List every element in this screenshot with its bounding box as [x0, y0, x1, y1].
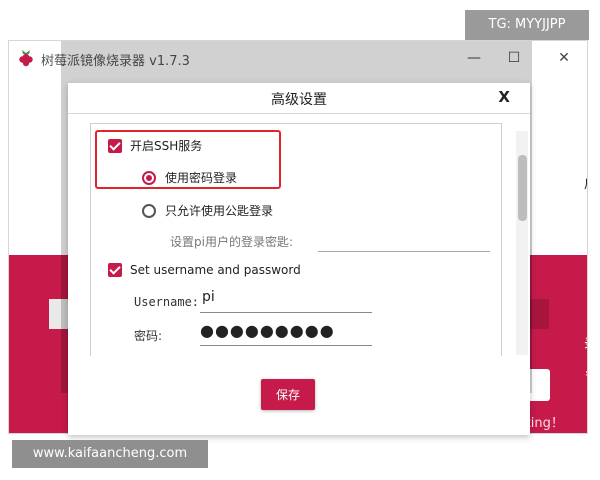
password-underline — [200, 345, 372, 346]
scrollbar[interactable] — [516, 131, 528, 355]
pubkey-login-radio[interactable] — [142, 203, 156, 218]
save-button[interactable]: 保存 — [261, 379, 315, 410]
pubkey-field-label: 设置pi用户的登录密匙: — [170, 235, 293, 249]
background-text: ， — [584, 359, 587, 378]
password-input[interactable]: ●●●●●●●●● — [200, 321, 335, 340]
password-login-label: 使用密码登录 — [165, 171, 238, 185]
username-label: Username: — [134, 295, 200, 309]
set-user-label: Set username and password — [130, 263, 301, 277]
divider — [68, 113, 530, 114]
user-checkbox-row[interactable]: Set username and password — [108, 263, 301, 277]
radio-pubkey-row[interactable]: 只允许使用公匙登录 — [142, 202, 273, 219]
background-button — [529, 299, 549, 329]
pubkey-login-label: 只允许使用公匙登录 — [165, 204, 274, 218]
username-input[interactable]: pi — [202, 289, 215, 305]
watermark-text: CSDN @Haohao-fighting！ — [392, 416, 564, 431]
close-window-button[interactable]: ✕ — [549, 45, 579, 71]
scrollbar-thumb[interactable] — [518, 155, 527, 221]
watermark-badge: TG: MYYJJPP — [465, 10, 589, 40]
radio-password-row[interactable]: 使用密码登录 — [142, 169, 237, 186]
dialog-close-button[interactable]: X — [498, 88, 510, 106]
background-text: 启 — [584, 173, 587, 192]
background-text: 录 — [584, 333, 587, 352]
username-underline — [200, 312, 372, 313]
watermark-badge: www.kaifaancheng.com — [12, 440, 208, 468]
password-label: 密码: — [134, 329, 163, 343]
raspberry-icon — [17, 48, 35, 68]
ssh-checkbox[interactable] — [108, 138, 122, 153]
ssh-checkbox-label: 开启SSH服务 — [130, 139, 203, 153]
pubkey-input[interactable] — [318, 251, 490, 252]
ssh-checkbox-row[interactable]: 开启SSH服务 — [108, 137, 202, 154]
advanced-settings-dialog: 高级设置 X 开启SSH服务 使用密码登录 只允许使用公匙登录 设置pi用户的登… — [68, 83, 530, 435]
set-user-checkbox[interactable] — [108, 263, 122, 277]
dialog-title: 高级设置 — [271, 92, 327, 108]
password-login-radio[interactable] — [142, 170, 156, 185]
